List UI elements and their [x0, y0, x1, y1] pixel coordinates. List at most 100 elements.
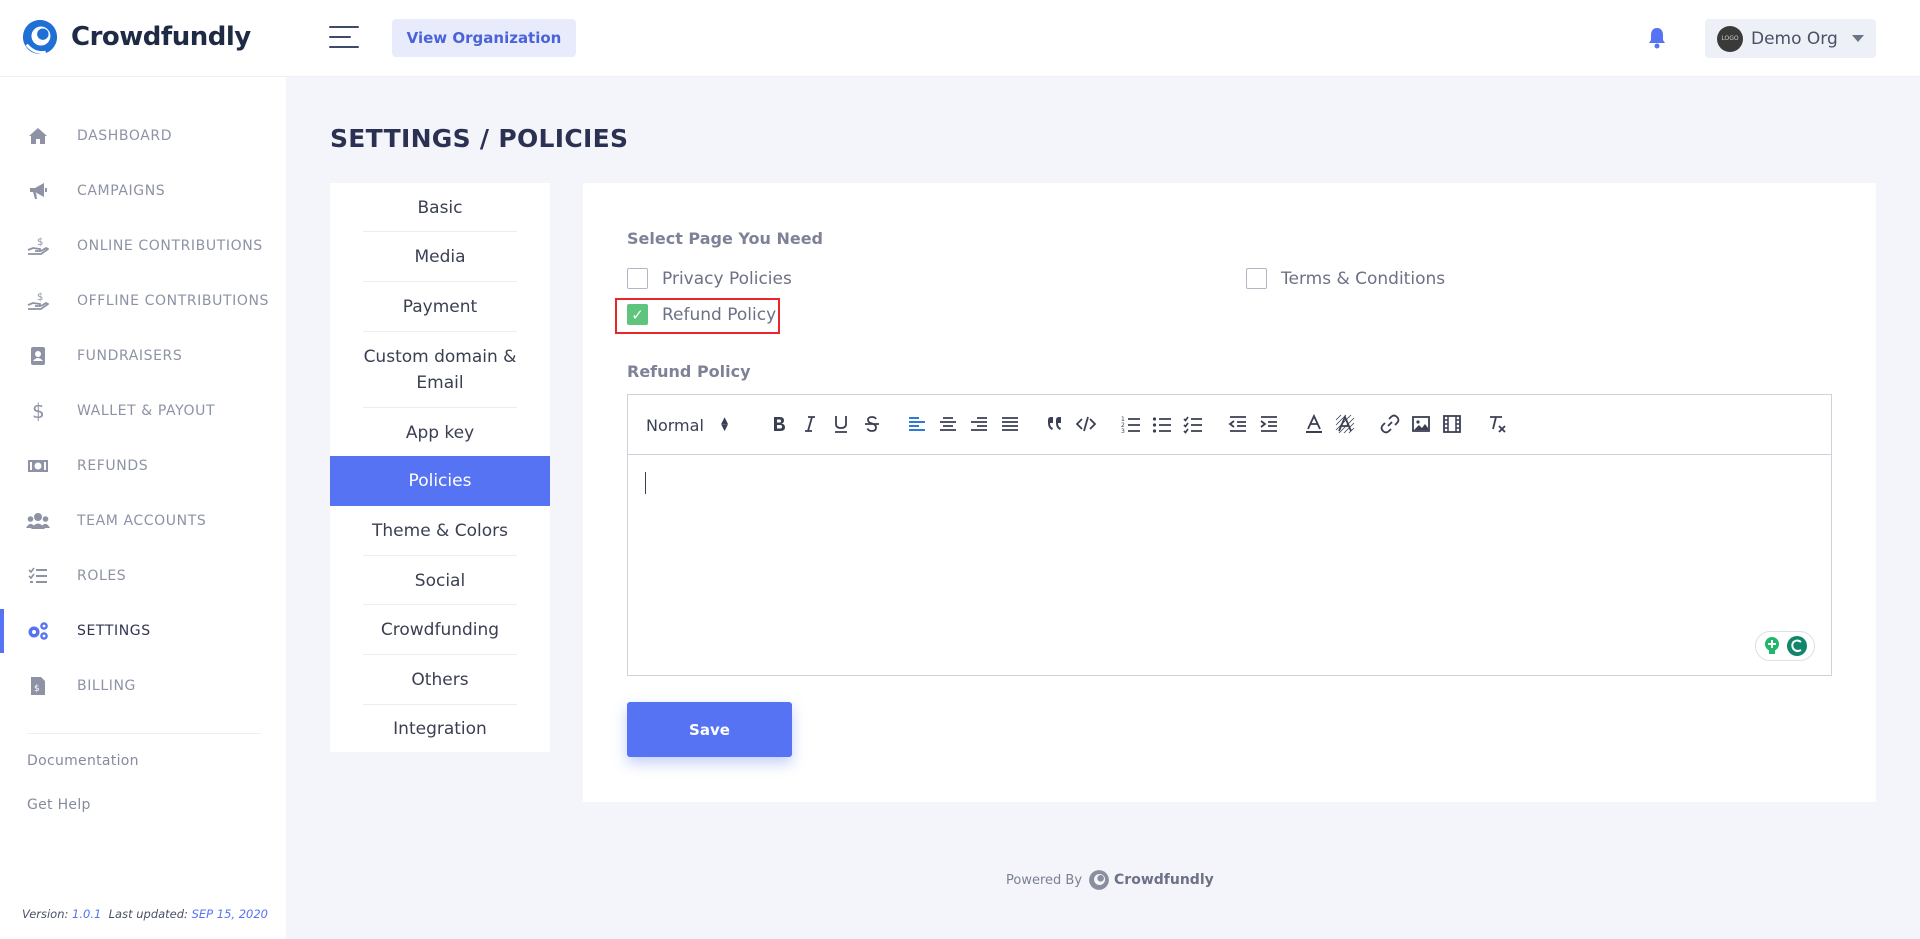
sidebar-item-label: DASHBOARD [77, 128, 173, 144]
sidebar-item-campaigns[interactable]: CAMPAIGNS [0, 169, 286, 213]
sidebar-item-team-accounts[interactable]: TEAM ACCOUNTS [0, 499, 286, 543]
text-color-icon[interactable] [1301, 409, 1327, 439]
sidebar-item-online-contributions[interactable]: $ ONLINE CONTRIBUTIONS [0, 224, 286, 268]
privacy-policies-checkbox[interactable]: Privacy Policies [627, 268, 792, 289]
app-logo[interactable]: Crowdfundly [21, 18, 251, 56]
italic-icon[interactable] [797, 409, 823, 439]
tab-payment[interactable]: Payment [330, 282, 550, 332]
video-icon[interactable] [1439, 409, 1465, 439]
checklist-icon[interactable] [1180, 409, 1206, 439]
version-info: Version: 1.0.1 Last updated: SEP 15, 202… [22, 907, 268, 921]
grammarly-icon[interactable] [1786, 635, 1808, 657]
chevron-down-icon [1852, 35, 1864, 42]
updated-label: Last updated: [108, 907, 188, 921]
refund-policy-checkbox[interactable]: ✓ Refund Policy [627, 304, 776, 325]
notification-bell-icon[interactable] [1647, 27, 1667, 49]
tab-label: Media [414, 247, 466, 267]
tab-custom-domain-email[interactable]: Custom domain & Email [330, 332, 550, 408]
tab-label: Crowdfunding [380, 620, 500, 640]
gears-icon [26, 619, 50, 643]
updown-arrows-icon: ▲ ▼ [721, 416, 728, 433]
tab-label: Social [414, 570, 466, 591]
svg-text:3: 3 [1121, 428, 1125, 434]
svg-text:$: $ [37, 237, 43, 248]
editor-content-area[interactable] [628, 456, 1831, 675]
align-left-icon[interactable] [904, 409, 930, 439]
format-select-value: Normal [646, 415, 704, 435]
checkbox-box[interactable] [627, 268, 648, 289]
sidebar-item-label: BILLING [77, 678, 136, 694]
terms-conditions-checkbox[interactable]: Terms & Conditions [1246, 268, 1445, 289]
blockquote-icon[interactable] [1042, 409, 1068, 439]
page-title: SETTINGS / POLICIES [330, 124, 629, 153]
sidebar-item-settings[interactable]: SETTINGS [0, 609, 286, 653]
save-button[interactable]: Save [627, 702, 792, 757]
bold-icon[interactable] [766, 409, 792, 439]
tab-integration[interactable]: Integration [330, 705, 550, 752]
link-icon[interactable] [1377, 409, 1403, 439]
grammar-assistant-widget[interactable] [1755, 631, 1815, 661]
donation-hand-icon: $ [26, 234, 50, 258]
outdent-icon[interactable] [1225, 409, 1251, 439]
sidebar-item-label: OFFLINE CONTRIBUTIONS [77, 293, 270, 309]
get-help-link[interactable]: Get Help [27, 797, 91, 813]
tab-others[interactable]: Others [330, 655, 550, 705]
sidebar-item-label: TEAM ACCOUNTS [77, 513, 207, 529]
donation-hand-icon: $ [26, 289, 50, 313]
footer-brand[interactable]: Crowdfundly [1088, 869, 1214, 891]
checkbox-box-checked[interactable]: ✓ [627, 304, 648, 325]
version-number: 1.0.1 [72, 907, 102, 921]
sidebar: DASHBOARD CAMPAIGNS $ ONLINE CONTRIBUTIO… [0, 77, 286, 939]
contact-card-icon [26, 344, 50, 368]
select-page-label: Select Page You Need [627, 229, 823, 248]
tab-policies[interactable]: Policies [330, 456, 550, 506]
lightbulb-icon[interactable] [1762, 636, 1782, 656]
align-center-icon[interactable] [935, 409, 961, 439]
sidebar-item-wallet-payout[interactable]: $ WALLET & PAYOUT [0, 389, 286, 433]
ordered-list-icon[interactable]: 123 [1118, 409, 1144, 439]
money-bill-icon [26, 454, 50, 478]
tab-media[interactable]: Media [330, 232, 550, 282]
sidebar-divider [27, 733, 261, 734]
checkbox-label: Refund Policy [662, 304, 777, 325]
view-organization-button[interactable]: View Organization [392, 19, 576, 57]
checkbox-box[interactable] [1246, 268, 1267, 289]
clear-formatting-icon[interactable] [1484, 409, 1510, 439]
version-label: Version: [22, 907, 69, 921]
menu-toggle-icon[interactable] [329, 26, 359, 50]
background-color-icon[interactable] [1332, 409, 1358, 439]
align-right-icon[interactable] [966, 409, 992, 439]
settings-tabs: Basic Media Payment Custom domain & Emai… [330, 183, 550, 752]
tab-social[interactable]: Social [330, 556, 550, 605]
tab-basic[interactable]: Basic [330, 183, 550, 232]
invoice-icon: $ [26, 674, 50, 698]
org-switcher[interactable]: LOGO Demo Org [1705, 19, 1876, 58]
image-icon[interactable] [1408, 409, 1434, 439]
tab-label: Basic [417, 197, 463, 218]
bullet-list-icon[interactable] [1149, 409, 1175, 439]
sidebar-item-refunds[interactable]: REFUNDS [0, 444, 286, 488]
tab-theme-colors[interactable]: Theme & Colors [330, 506, 550, 556]
indent-icon[interactable] [1256, 409, 1282, 439]
text-caret [645, 472, 646, 494]
sidebar-item-dashboard[interactable]: DASHBOARD [0, 114, 286, 158]
documentation-link[interactable]: Documentation [27, 753, 139, 769]
tab-label: App key [405, 423, 475, 443]
tab-crowdfunding[interactable]: Crowdfunding [330, 605, 550, 655]
sidebar-item-billing[interactable]: $ BILLING [0, 664, 286, 708]
sidebar-item-fundraisers[interactable]: FUNDRAISERS [0, 334, 286, 378]
tab-app-key[interactable]: App key [330, 408, 550, 458]
svg-text:$: $ [34, 684, 40, 694]
top-bar: Crowdfundly View Organization LOGO Demo … [0, 0, 1920, 77]
underline-icon[interactable] [828, 409, 854, 439]
strikethrough-icon[interactable] [859, 409, 885, 439]
format-select[interactable]: Normal ▲ ▼ [644, 411, 744, 439]
align-justify-icon[interactable] [997, 409, 1023, 439]
checkbox-label: Terms & Conditions [1281, 268, 1446, 289]
sidebar-item-label: SETTINGS [77, 623, 151, 639]
svg-text:$: $ [37, 292, 43, 303]
sidebar-item-offline-contributions[interactable]: $ OFFLINE CONTRIBUTIONS [0, 279, 286, 323]
sidebar-item-roles[interactable]: ROLES [0, 554, 286, 598]
sidebar-item-label: REFUNDS [77, 458, 149, 474]
code-block-icon[interactable] [1073, 409, 1099, 439]
